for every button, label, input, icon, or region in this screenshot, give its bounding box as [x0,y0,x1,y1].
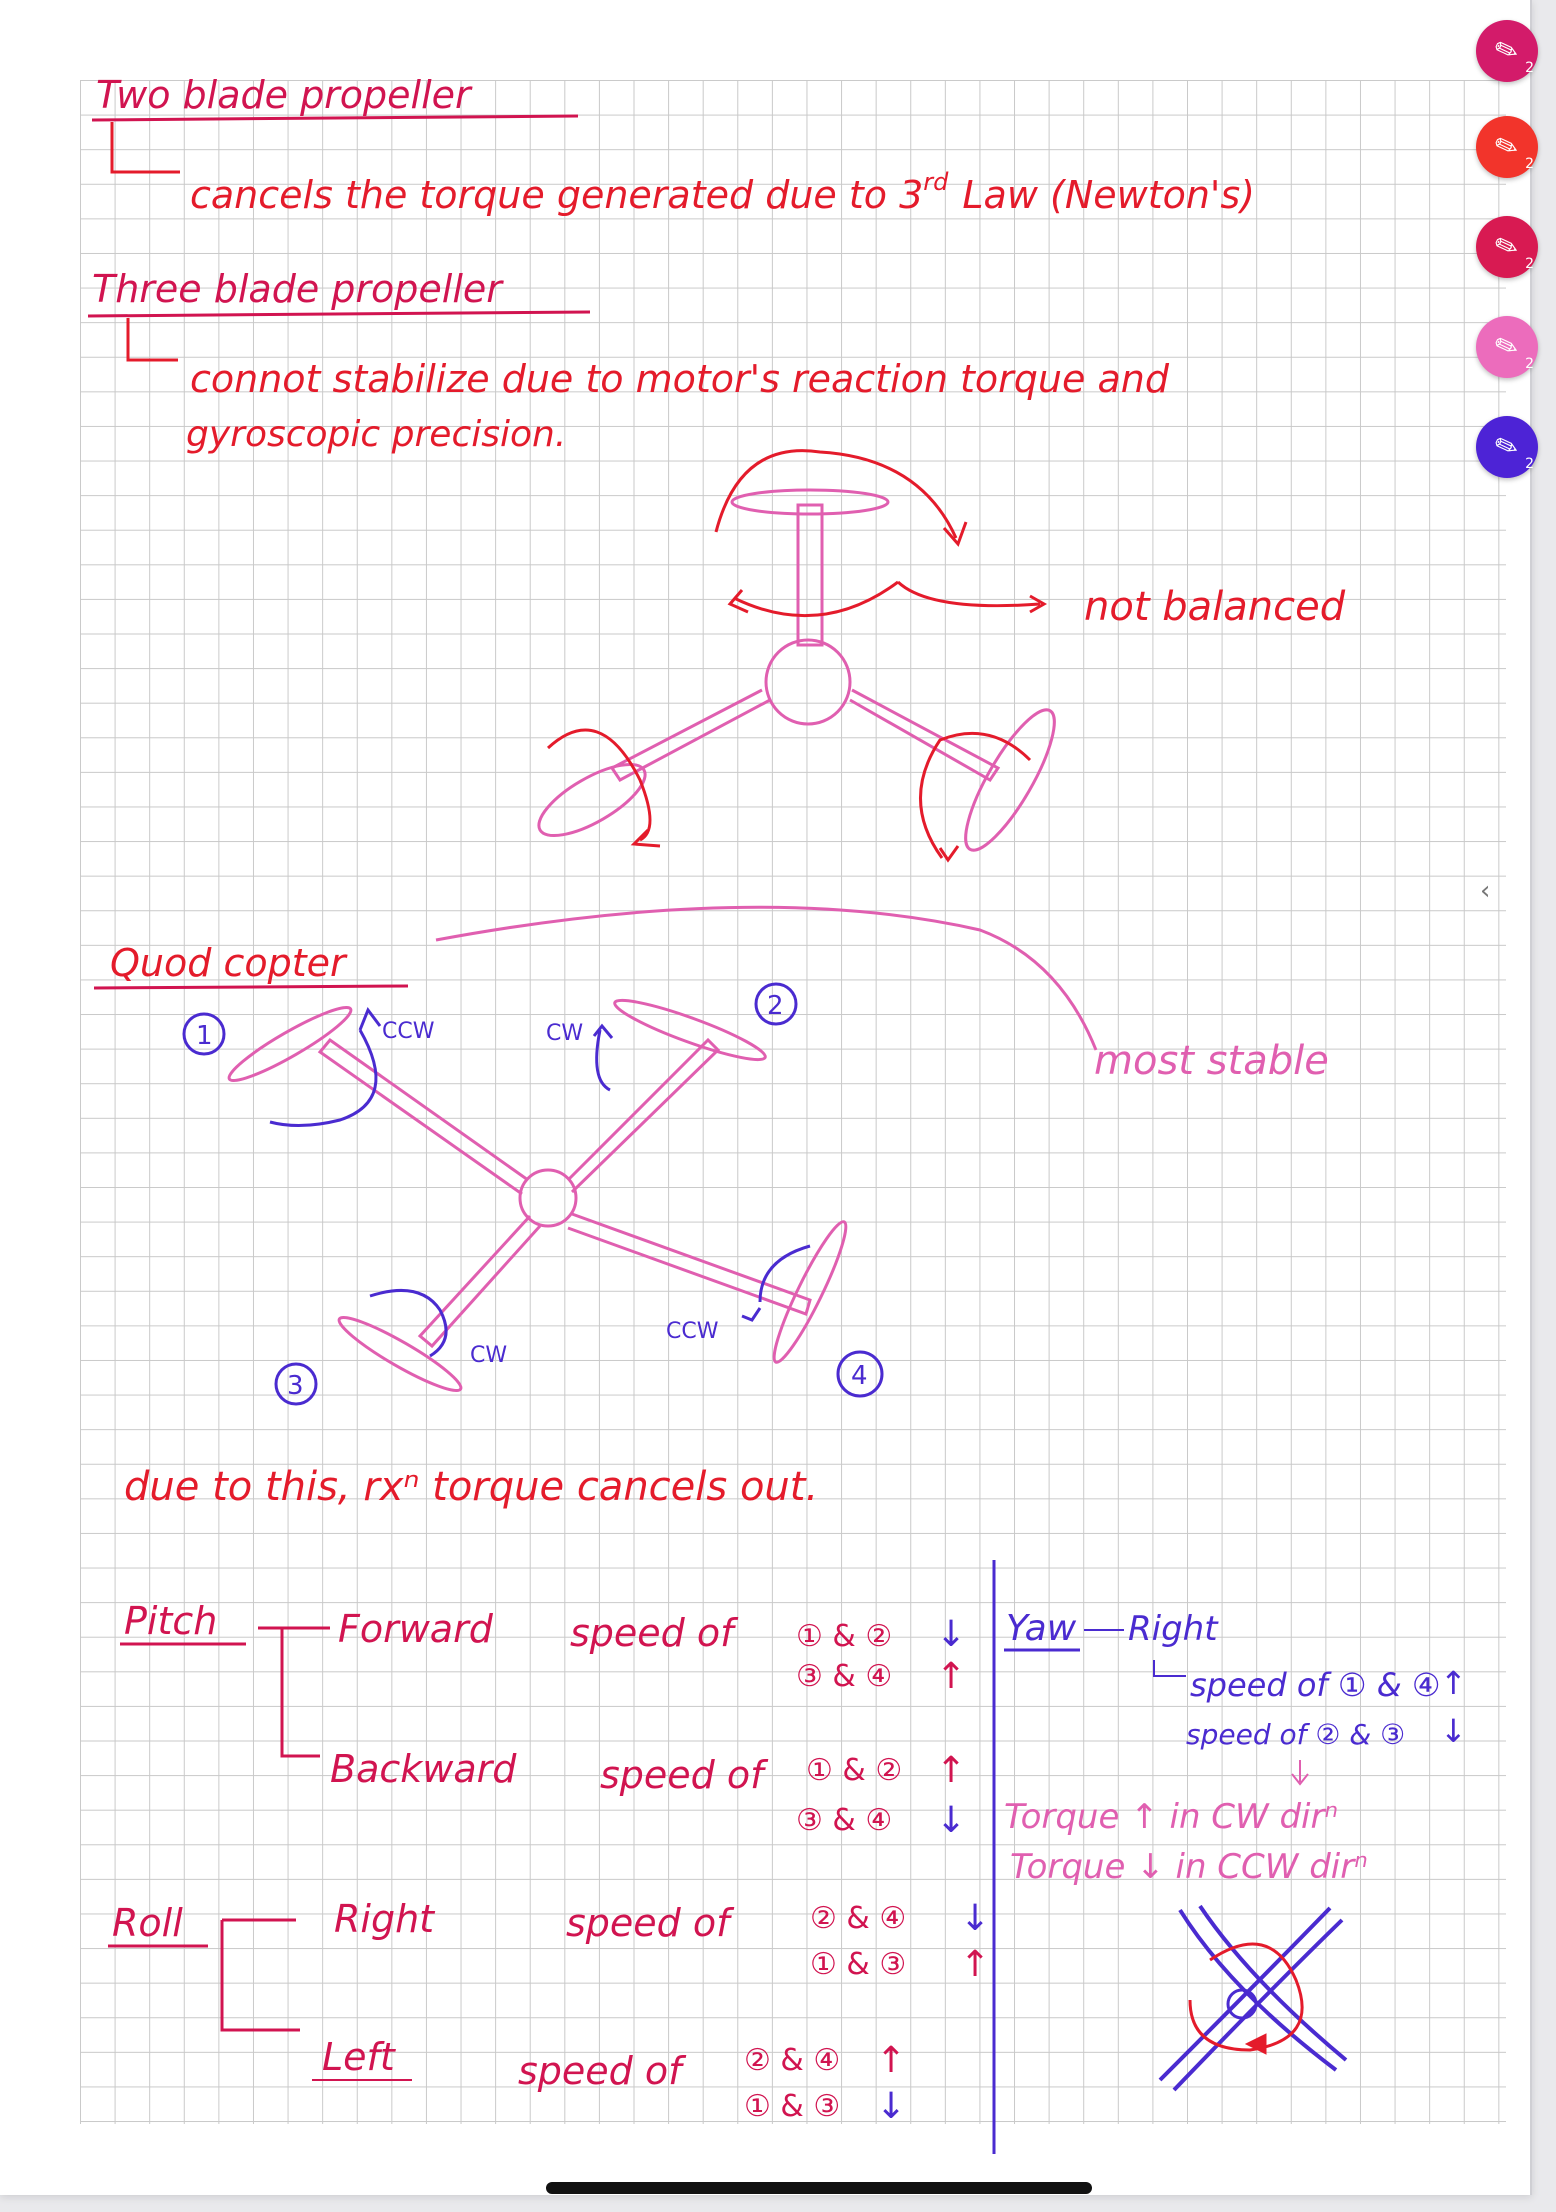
pen-tool-red[interactable]: ✎ 2 [1476,116,1538,178]
arrow-roll-right-a: ↓ [960,1898,990,1939]
pen-size-badge: 2 [1525,456,1534,472]
arrow-roll-right-b: ↑ [960,1944,990,1985]
pen-size-badge: 2 [1525,256,1534,272]
brush-icon: ✎ [1490,327,1524,367]
torque-arrows-three [546,449,1048,863]
pen-size-badge: 2 [1525,156,1534,172]
label-ccw-1: CCW [382,1019,435,1044]
bracket-roll [220,1920,300,2032]
bracket-arrow-1 [110,122,180,174]
heading-three-blade: Three blade propeller [92,267,504,311]
arrow-forward-b: ↑ [936,1656,966,1697]
label-rotor-2: 2 [767,991,784,1021]
pen-size-badge: 2 [1525,356,1534,372]
brush-icon: ✎ [1490,227,1524,267]
pen-tool-crimson[interactable]: ✎ 2 [1476,216,1538,278]
text-yaw-speed-a: speed of ① & ④ [1190,1666,1441,1704]
text-cannot-stabilize: connot stabilize due to motor's reaction… [190,357,1170,401]
heading-roll: Roll [112,1901,183,1945]
label-ccw-4: CCW [666,1319,719,1344]
label-rotor-1: 1 [196,1021,213,1051]
arrow-roll-left-a: ↑ [876,2040,906,2081]
label-cw-3: CW [470,1343,507,1368]
text-yaw-torque-b: Torque ↓ in CCW dirⁿ [1010,1847,1368,1887]
connector-most-stable [435,905,1098,1051]
underline-three-blade [87,310,591,318]
arrow-forward-a: ↓ [936,1614,966,1655]
underline-quadcopter [93,984,409,990]
quadcopter-drawing [227,998,848,1393]
text-roll-left-speed: speed of [518,2049,687,2093]
yaw-drone-sketch [1158,1904,1348,2092]
text-forward-rotors-b: ③ & ④ [796,1659,892,1694]
quadcopter-rotation-arrows [269,1006,811,1358]
implies-arrow [1291,1760,1309,1786]
heading-yaw: Yaw [1006,1608,1077,1649]
text-backward-rotors-a: ① & ② [806,1753,902,1788]
pen-tool-pink[interactable]: ✎ 2 [1476,316,1538,378]
text-backward-rotors-b: ③ & ④ [796,1803,892,1838]
text-backward: Backward [330,1747,517,1791]
label-not-balanced: not balanced [1084,584,1346,630]
arrow-backward-b: ↓ [936,1800,966,1841]
label-rotor-3: 3 [287,1371,304,1401]
heading-quadcopter: Quod copter [110,941,348,985]
heading-two-blade: Two blade propeller [96,73,473,117]
text-roll-right: Right [334,1897,436,1941]
text-roll-right-a: ② & ④ [810,1901,906,1936]
bracket-yaw [1153,1660,1186,1677]
text-roll-left: Left [322,2035,397,2079]
ink-layer: Two blade propeller cancels the torque g… [87,73,1467,2154]
pen-tool-purple[interactable]: ✎ 2 [1476,416,1538,478]
text-roll-right-b: ① & ③ [810,1947,906,1982]
text-yaw-right: Right [1128,1609,1219,1649]
notebook-page[interactable]: Two blade propeller cancels the torque g… [0,0,1532,2195]
text-forward-rotors-a: ① & ② [796,1619,892,1654]
text-roll-left-b: ① & ③ [744,2089,840,2124]
chevron-left-icon[interactable]: ‹ [1480,876,1490,906]
brush-icon: ✎ [1490,427,1524,467]
text-forward-speed: speed of [570,1611,739,1655]
arrow-yaw-b: ↓ [1440,1712,1467,1750]
pen-tool-magenta[interactable]: ✎ 2 [1476,20,1538,82]
bracket-arrow-2 [126,318,178,362]
text-cancels-torque: cancels the torque generated due to 3rd L… [190,168,1255,217]
text-conclusion: due to this, rxⁿ torque cancels out. [124,1464,818,1510]
pen-size-badge: 2 [1525,60,1534,76]
arrow-yaw-a: ↑ [1440,1664,1467,1702]
brush-icon: ✎ [1490,127,1524,167]
text-roll-right-speed: speed of [566,1901,735,1945]
text-forward: Forward [338,1607,494,1651]
label-rotor-4: 4 [851,1361,868,1391]
label-cw-2: CW [546,1021,583,1046]
home-indicator[interactable] [546,2182,1092,2194]
arrow-backward-a: ↑ [936,1750,966,1791]
text-yaw-torque-a: Torque ↑ in CW dirⁿ [1004,1797,1338,1837]
text-backward-speed: speed of [600,1753,769,1797]
bracket-pitch [258,1626,320,1758]
brush-icon: ✎ [1490,31,1524,71]
text-roll-left-a: ② & ④ [744,2043,840,2078]
text-yaw-speed-b: speed of ② & ③ [1186,1718,1405,1751]
heading-pitch: Pitch [124,1599,217,1643]
arrow-roll-left-b: ↓ [876,2086,906,2127]
three-blade-drawing [537,488,1056,852]
label-most-stable: most stable [1094,1038,1329,1084]
text-gyroscopic: gyroscopic precision. [186,414,566,455]
